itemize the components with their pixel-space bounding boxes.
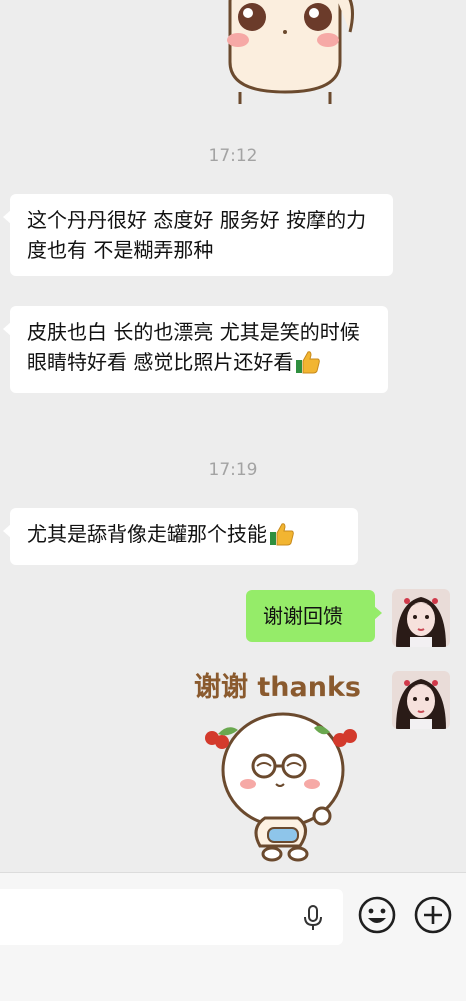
- message-text: 谢谢回馈: [263, 604, 343, 628]
- avatar[interactable]: [392, 589, 450, 647]
- emoji-button[interactable]: [357, 895, 397, 935]
- message-bubble-sent[interactable]: 谢谢回馈: [246, 590, 382, 642]
- sticker-cartoon-face[interactable]: [200, 0, 370, 104]
- sticker-thanks[interactable]: 谢谢 thanks: [190, 668, 380, 863]
- thumbs-up-icon: [269, 522, 295, 554]
- plus-button[interactable]: [413, 895, 453, 935]
- input-bar: [0, 872, 466, 1001]
- message-bubble-received[interactable]: 这个丹丹很好 态度好 服务好 按摩的力度也有 不是糊弄那种: [3, 194, 393, 276]
- timestamp: 17:19: [208, 460, 258, 480]
- message-bubble-received[interactable]: 皮肤也白 长的也漂亮 尤其是笑的时候 眼睛特好看 感觉比照片还好看: [3, 306, 388, 393]
- sticker-text: 谢谢 thanks: [194, 672, 361, 703]
- timestamp: 17:12: [208, 146, 258, 166]
- message-bubble-received[interactable]: 尤其是舔背像走罐那个技能: [3, 508, 358, 565]
- message-input[interactable]: [0, 889, 343, 945]
- thumbs-up-icon: [295, 350, 321, 382]
- microphone-icon[interactable]: [298, 903, 328, 933]
- message-text: 这个丹丹很好 态度好 服务好 按摩的力度也有 不是糊弄那种: [27, 208, 367, 262]
- avatar[interactable]: [392, 671, 450, 729]
- message-text: 尤其是舔背像走罐那个技能: [27, 522, 267, 546]
